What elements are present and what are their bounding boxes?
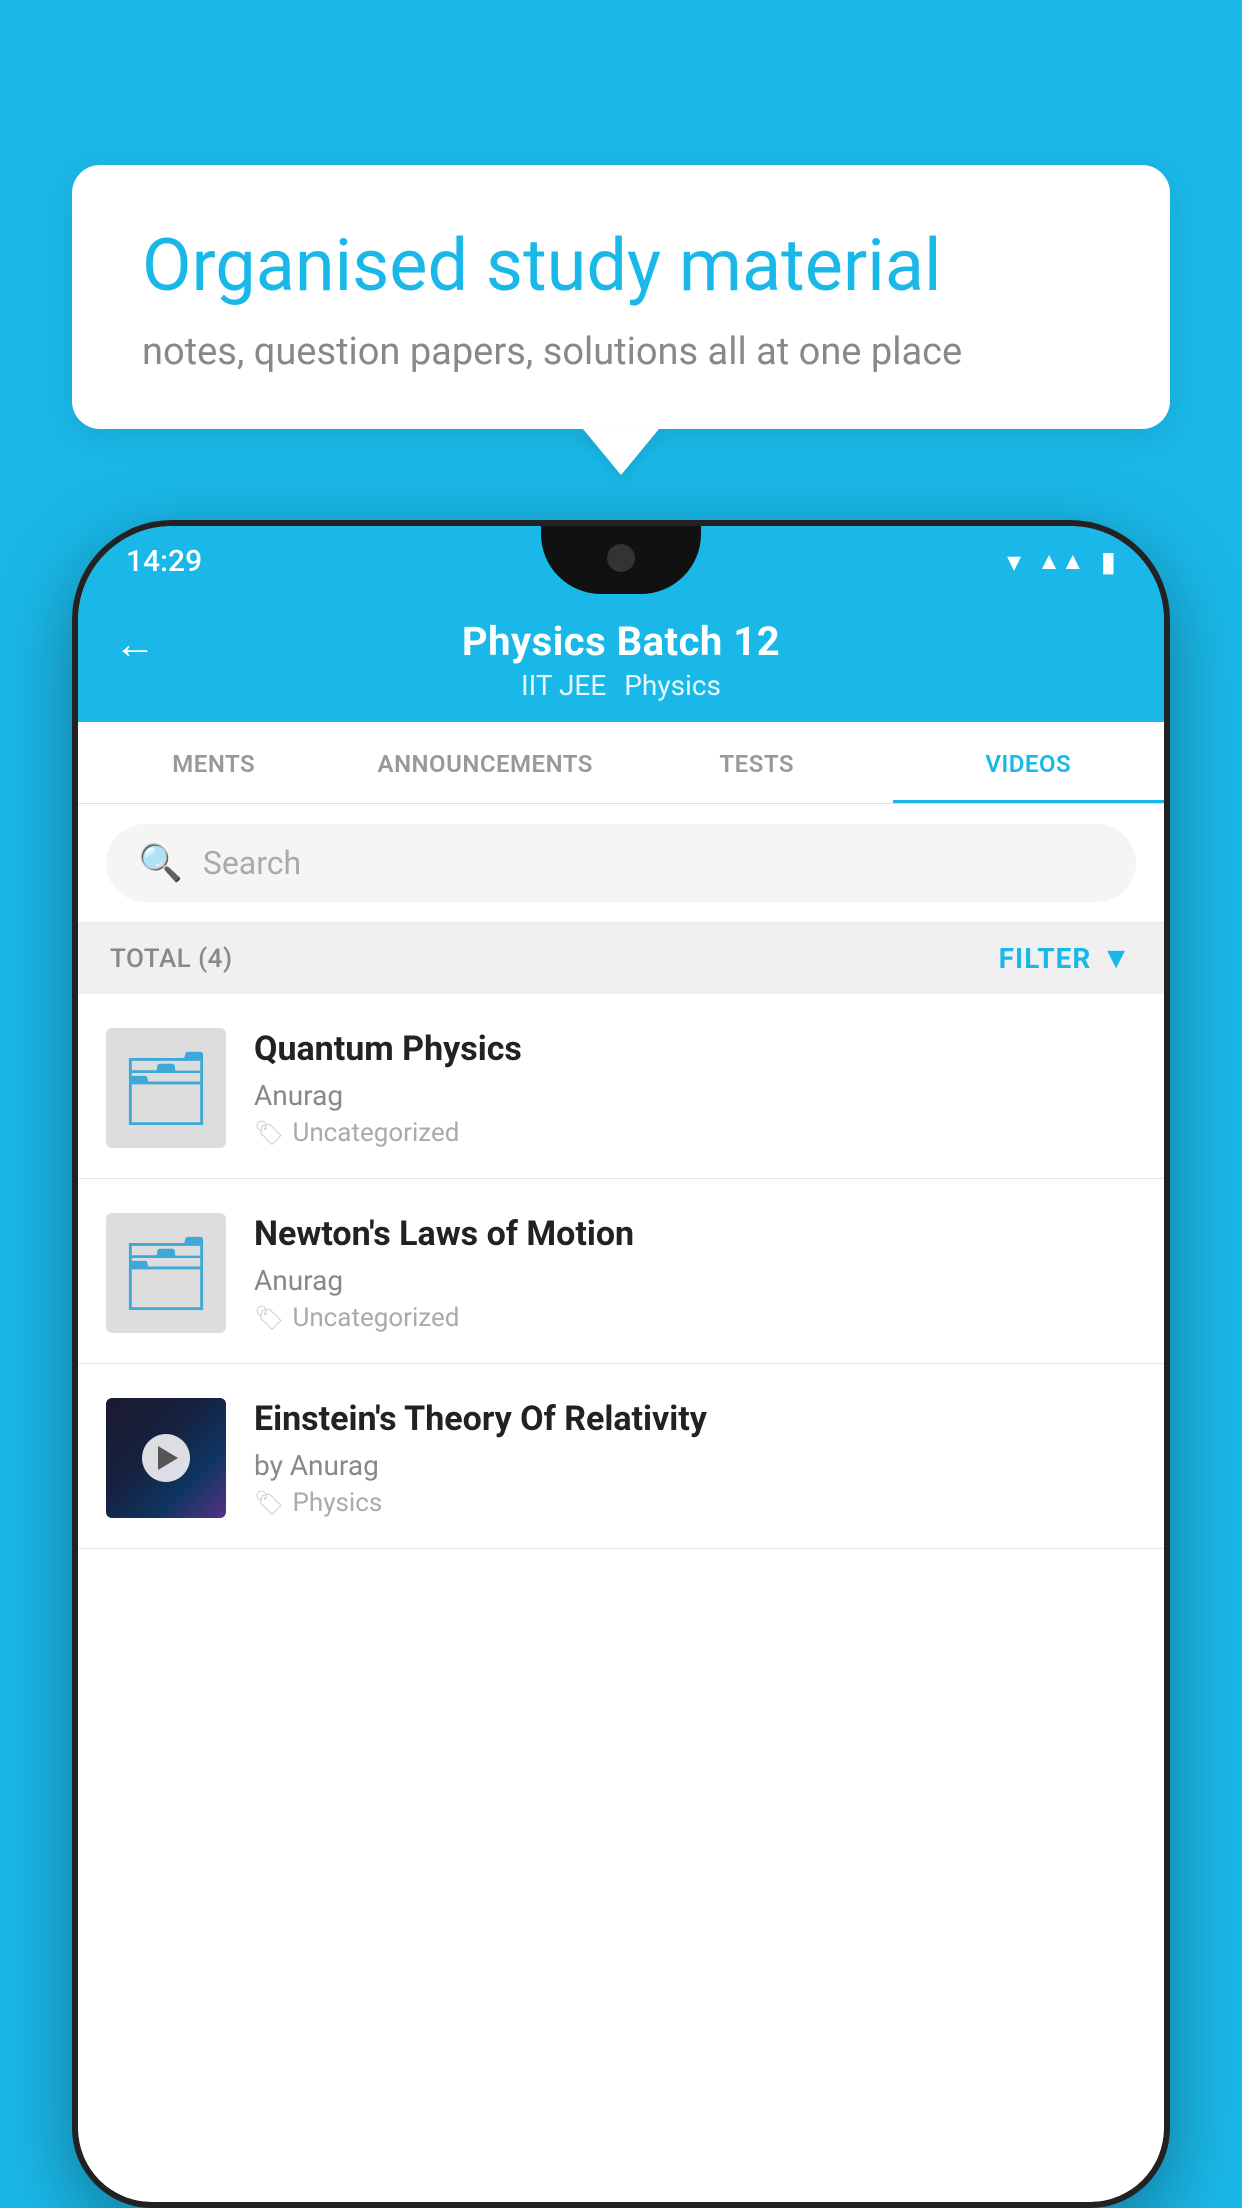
header-subtitle-physics: Physics	[624, 669, 721, 702]
video-tag-label-1: Uncategorized	[292, 1118, 459, 1148]
video-tag-2: 🏷 Uncategorized	[254, 1303, 1136, 1333]
bubble-subtitle: notes, question papers, solutions all at…	[142, 330, 1100, 374]
folder-icon: 🗂	[120, 1231, 211, 1316]
search-placeholder: Search	[203, 844, 301, 882]
app-header: ← Physics Batch 12 IIT JEE Physics	[78, 596, 1164, 722]
header-subtitle-iitjee: IIT JEE	[521, 669, 606, 702]
video-title-3: Einstein's Theory Of Relativity	[254, 1398, 1136, 1441]
video-info-1: Quantum Physics Anurag 🏷 Uncategorized	[254, 1028, 1136, 1148]
back-button[interactable]: ←	[114, 620, 156, 669]
list-item[interactable]: 🗂 Quantum Physics Anurag 🏷 Uncategorized	[78, 994, 1164, 1179]
tab-announcements[interactable]: ANNOUNCEMENTS	[350, 722, 622, 803]
filter-button[interactable]: FILTER ▼	[999, 941, 1132, 976]
video-thumbnail-1: 🗂	[106, 1028, 226, 1148]
header-subtitle: IIT JEE Physics	[521, 669, 721, 702]
tab-ments[interactable]: MENTS	[78, 722, 350, 803]
wifi-icon: ▾	[1007, 545, 1021, 578]
status-icons: ▾ ▲▲ ▮	[1007, 545, 1116, 578]
search-bar[interactable]: 🔍 Search	[106, 824, 1136, 902]
total-count: TOTAL (4)	[110, 944, 233, 974]
list-item[interactable]: Einstein's Theory Of Relativity by Anura…	[78, 1364, 1164, 1549]
search-icon: 🔍	[138, 842, 183, 884]
thumbnail-image	[106, 1398, 226, 1518]
video-tag-3: 🏷 Physics	[254, 1488, 1136, 1518]
video-author-3: by Anurag	[254, 1449, 1136, 1482]
speech-bubble-card: Organised study material notes, question…	[72, 165, 1170, 429]
bubble-title: Organised study material	[142, 225, 1100, 308]
video-thumbnail-2: 🗂	[106, 1213, 226, 1333]
filter-funnel-icon: ▼	[1101, 941, 1132, 976]
phone-inner: 14:29 ▾ ▲▲ ▮ ← Physics Batch 12 IIT JEE …	[78, 526, 1164, 2202]
front-camera	[607, 544, 635, 572]
tab-bar: MENTS ANNOUNCEMENTS TESTS VIDEOS	[78, 722, 1164, 804]
play-triangle-icon	[158, 1446, 178, 1470]
signal-icon: ▲▲	[1037, 547, 1085, 576]
video-tag-1: 🏷 Uncategorized	[254, 1118, 1136, 1148]
video-info-2: Newton's Laws of Motion Anurag 🏷 Uncateg…	[254, 1213, 1136, 1333]
video-title-1: Quantum Physics	[254, 1028, 1136, 1071]
phone-frame: 14:29 ▾ ▲▲ ▮ ← Physics Batch 12 IIT JEE …	[72, 520, 1170, 2208]
filter-row: TOTAL (4) FILTER ▼	[78, 923, 1164, 994]
video-tag-label-2: Uncategorized	[292, 1303, 459, 1333]
status-time: 14:29	[126, 544, 202, 579]
battery-icon: ▮	[1101, 545, 1116, 578]
video-info-3: Einstein's Theory Of Relativity by Anura…	[254, 1398, 1136, 1518]
video-list: 🗂 Quantum Physics Anurag 🏷 Uncategorized	[78, 994, 1164, 2202]
filter-label: FILTER	[999, 942, 1092, 975]
folder-icon: 🗂	[120, 1046, 211, 1131]
header-title: Physics Batch 12	[462, 618, 780, 665]
tab-videos[interactable]: VIDEOS	[893, 722, 1165, 803]
search-bar-wrapper: 🔍 Search	[78, 804, 1164, 923]
tag-icon-3: 🏷	[254, 1489, 284, 1517]
video-thumbnail-3	[106, 1398, 226, 1518]
tag-icon-1: 🏷	[254, 1119, 284, 1147]
tag-icon-2: 🏷	[254, 1304, 284, 1332]
phone-content: 14:29 ▾ ▲▲ ▮ ← Physics Batch 12 IIT JEE …	[78, 526, 1164, 2202]
speech-bubble-section: Organised study material notes, question…	[72, 165, 1170, 475]
bubble-tail	[583, 429, 659, 475]
video-author-2: Anurag	[254, 1264, 1136, 1297]
list-item[interactable]: 🗂 Newton's Laws of Motion Anurag 🏷 Uncat…	[78, 1179, 1164, 1364]
play-button[interactable]	[142, 1434, 190, 1482]
video-author-1: Anurag	[254, 1079, 1136, 1112]
tab-tests[interactable]: TESTS	[621, 722, 893, 803]
video-title-2: Newton's Laws of Motion	[254, 1213, 1136, 1256]
video-tag-label-3: Physics	[292, 1488, 382, 1518]
